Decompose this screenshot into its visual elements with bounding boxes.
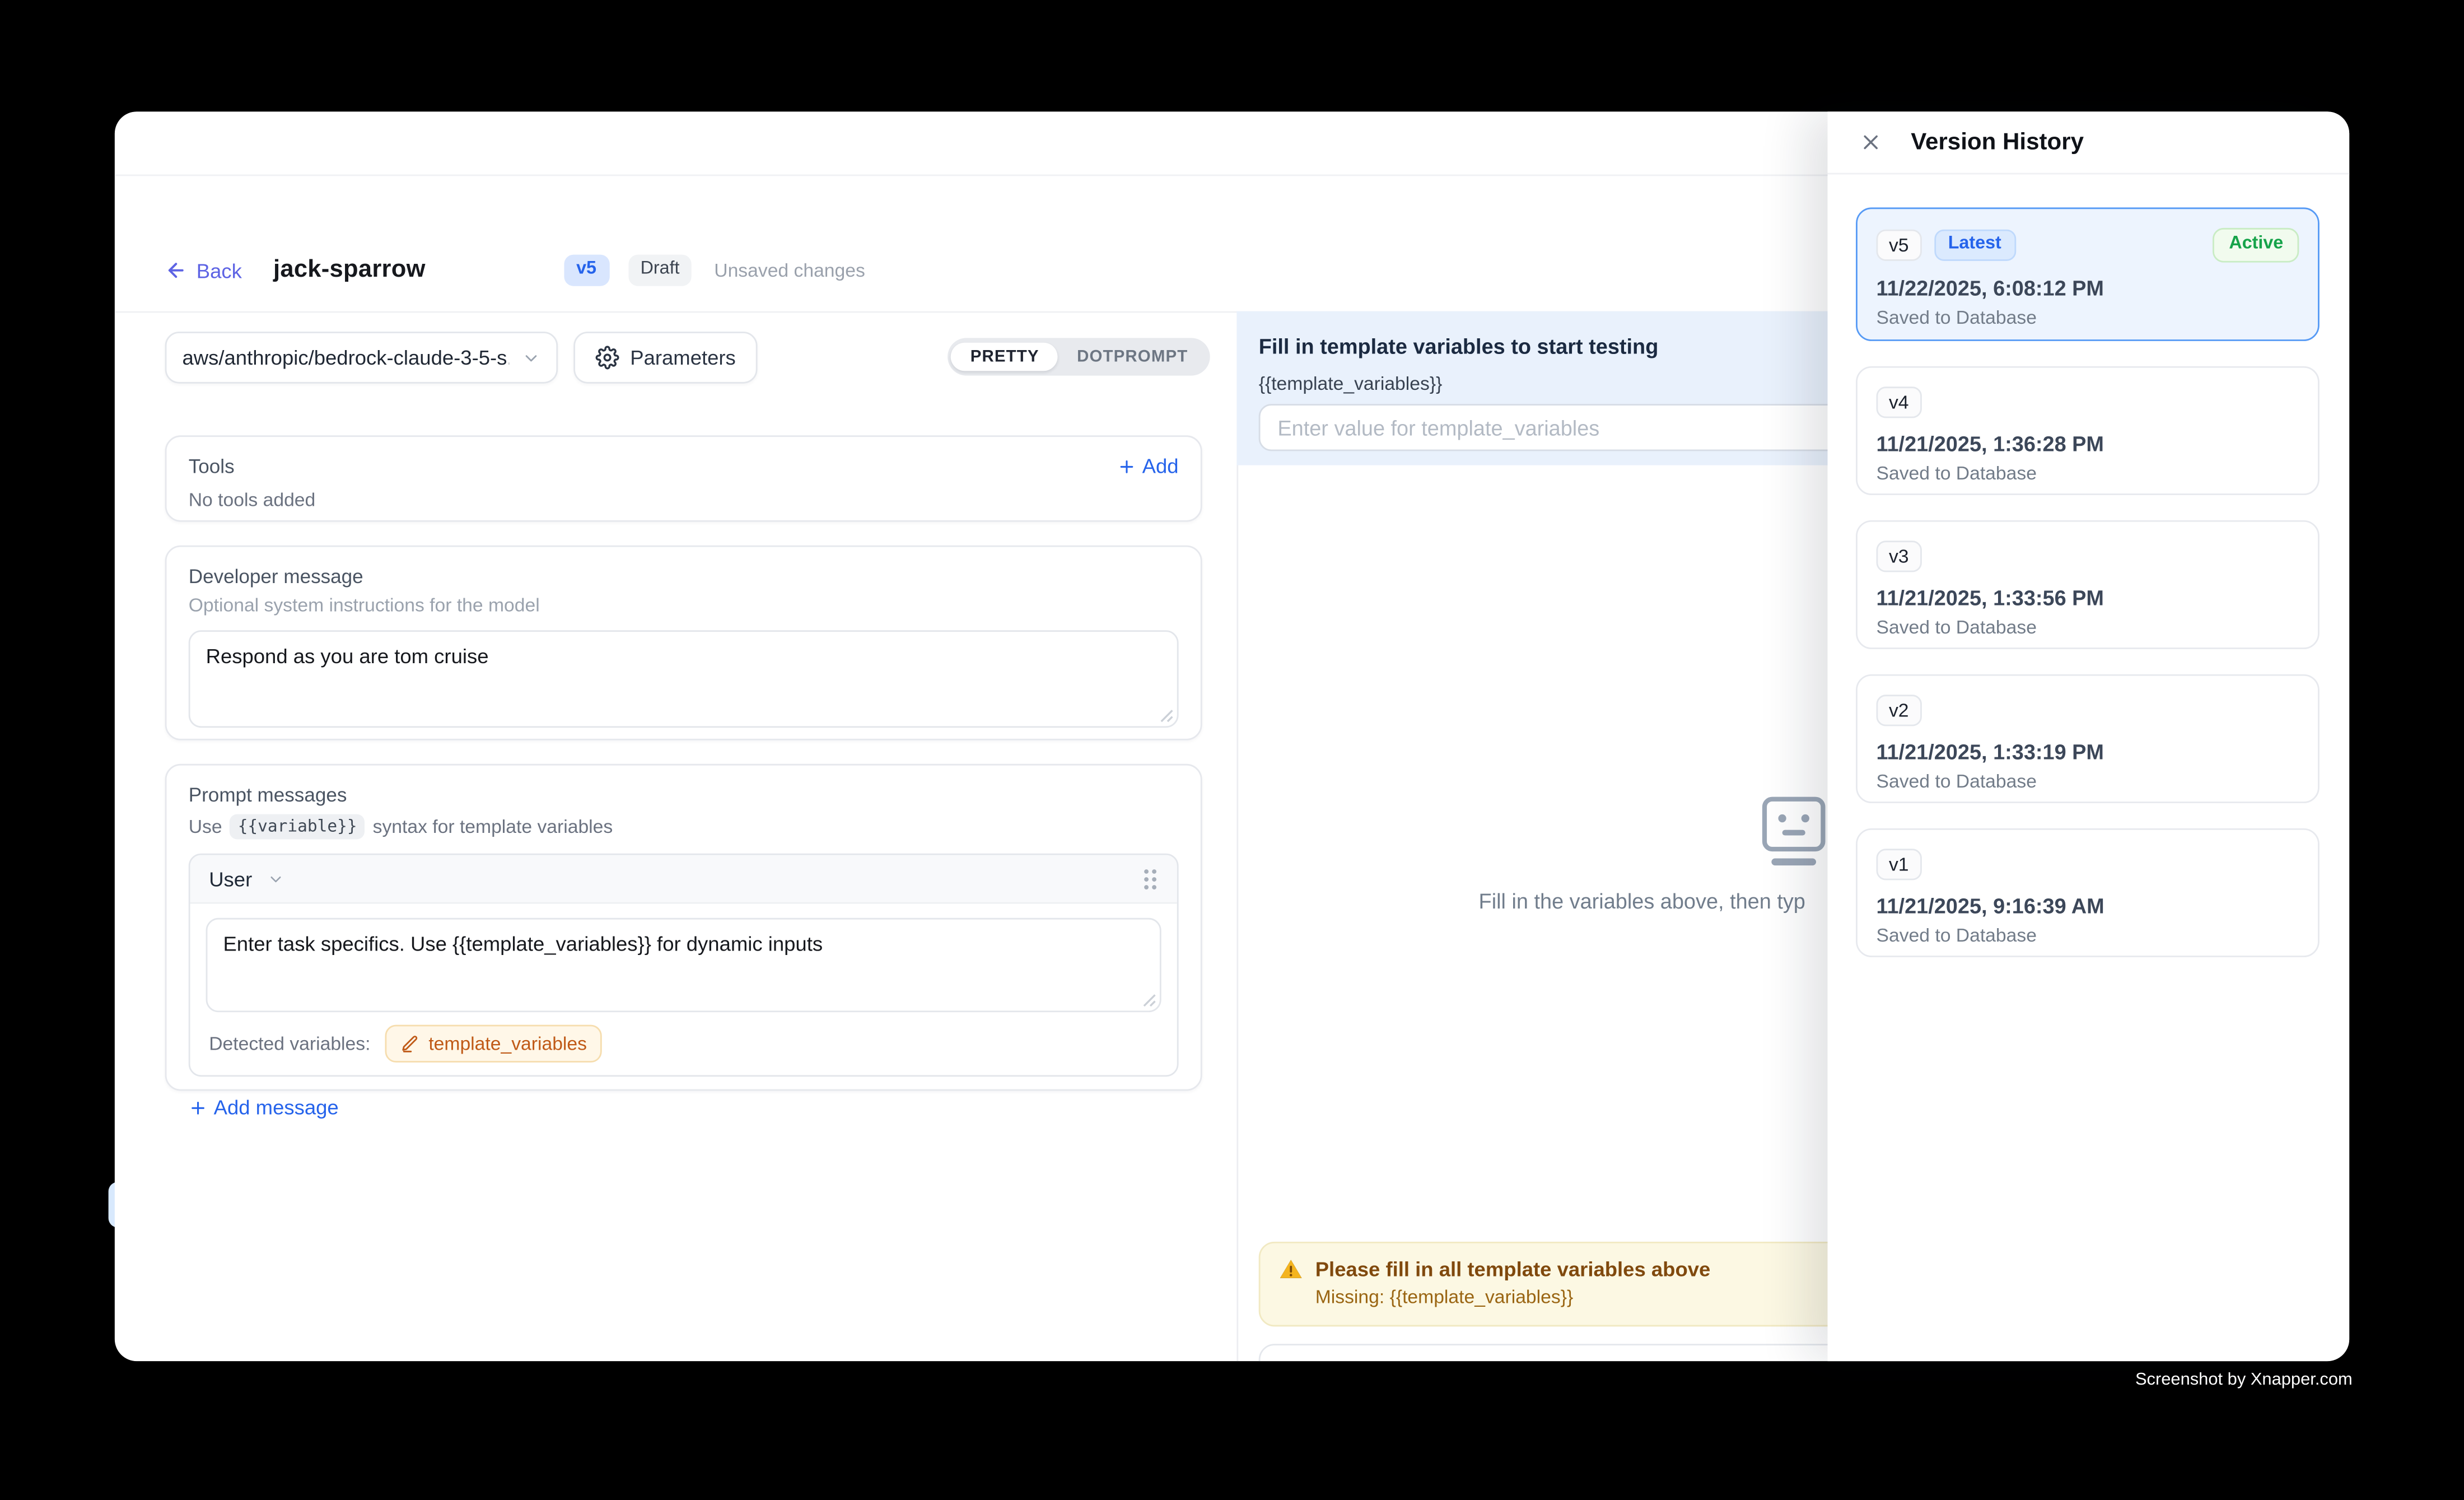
variable-syntax-chip: {{variable}} (230, 814, 365, 840)
add-tool-label: Add (1142, 454, 1179, 478)
parameters-label: Parameters (630, 346, 736, 369)
version-timestamp: 11/21/2025, 1:33:56 PM (1877, 587, 2299, 611)
chevron-down-icon (522, 348, 541, 367)
page-title: jack-sparrow (273, 256, 426, 285)
version-number-badge: v3 (1877, 541, 1922, 572)
prompt-messages-card: Prompt messages Use {{variable}} syntax … (165, 764, 1202, 1091)
version-card-v2[interactable]: v2 11/21/2025, 1:33:19 PM Saved to Datab… (1856, 674, 2320, 803)
template-syntax-hint: Use {{variable}} syntax for template var… (189, 814, 1179, 840)
message-header: User (190, 855, 1177, 904)
detected-variables-label: Detected variables: (209, 1033, 370, 1055)
warning-triangle-icon (1279, 1257, 1303, 1281)
format-toggle-pretty[interactable]: PRETTY (951, 343, 1058, 371)
tools-card: Tools Add No tools added (165, 435, 1202, 521)
hint-prefix: Use (189, 816, 222, 837)
parameters-button[interactable]: Parameters (573, 332, 758, 384)
watermark-text: Screenshot by Xnapper.com (2135, 1371, 2353, 1390)
version-number-badge: v2 (1877, 695, 1922, 726)
format-toggle-dotprompt[interactable]: DOTPROMPT (1058, 343, 1207, 371)
pencil-icon (400, 1034, 419, 1053)
plus-icon (1117, 456, 1136, 476)
active-badge: Active (2213, 228, 2299, 262)
message-body: Enter task specifics. Use {{template_var… (190, 904, 1177, 1075)
developer-message-card: Developer message Optional system instru… (165, 546, 1202, 740)
version-history-list: v5 Latest Active 11/22/2025, 6:08:12 PM … (1828, 174, 2350, 957)
version-number-badge: v4 (1877, 386, 1922, 418)
unsaved-changes-text: Unsaved changes (714, 259, 865, 281)
back-label: Back (197, 259, 242, 282)
empty-state-text: Fill in the variables above, then typ (1479, 889, 1805, 913)
hint-suffix: syntax for template variables (373, 816, 613, 837)
add-message-label: Add message (214, 1096, 339, 1119)
version-history-title: Version History (1911, 129, 2084, 156)
close-icon[interactable] (1859, 131, 1883, 154)
version-history-panel: Version History v5 Latest Active 11/22/2… (1828, 111, 2350, 1361)
version-card-v4[interactable]: v4 11/21/2025, 1:36:28 PM Saved to Datab… (1856, 366, 2320, 495)
template-variable-name: template_variables (428, 1033, 587, 1055)
version-storage: Saved to Database (1877, 771, 2299, 793)
back-button[interactable]: Back (165, 259, 242, 282)
version-number-badge: v1 (1877, 849, 1922, 881)
title-bar: Back jack-sparrow v5 Draft Unsaved chang… (165, 244, 865, 297)
version-timestamp: 11/21/2025, 9:16:39 AM (1877, 895, 2299, 919)
resize-grip-icon[interactable] (1160, 709, 1174, 723)
version-badge: v5 (564, 255, 609, 286)
tools-title: Tools (189, 455, 235, 477)
prompt-messages-title: Prompt messages (189, 784, 1179, 806)
format-toggle: PRETTY DOTPROMPT (948, 338, 1210, 375)
developer-message-title: Developer message (189, 566, 1179, 588)
version-storage: Saved to Database (1877, 617, 2299, 639)
version-storage: Saved to Database (1877, 306, 2299, 328)
developer-message-subtitle: Optional system instructions for the mod… (189, 594, 1179, 616)
model-selector[interactable]: aws/anthropic/bedrock-claude-3-5-s... (165, 332, 558, 384)
editor-pane: aws/anthropic/bedrock-claude-3-5-s... Pa… (115, 311, 1237, 1361)
user-message-textarea[interactable]: Enter task specifics. Use {{template_var… (206, 918, 1161, 1012)
version-storage: Saved to Database (1877, 925, 2299, 947)
latest-badge: Latest (1934, 230, 2015, 261)
template-variable-chip[interactable]: template_variables (385, 1025, 603, 1063)
message-role-value: User (209, 867, 252, 891)
add-tool-button[interactable]: Add (1117, 454, 1179, 478)
model-selector-value: aws/anthropic/bedrock-claude-3-5-s... (183, 346, 510, 369)
chevron-down-icon (268, 870, 285, 887)
warning-title: Please fill in all template variables ab… (1315, 1257, 1711, 1281)
plus-icon (189, 1098, 208, 1117)
version-timestamp: 11/21/2025, 1:36:28 PM (1877, 433, 2299, 456)
version-history-header: Version History (1828, 111, 2350, 174)
message-role-dropdown[interactable]: User (209, 867, 285, 891)
message-block: User Enter task specifics. Use {{templat… (189, 854, 1179, 1077)
detected-variables-row: Detected variables: template_variables (206, 1025, 1161, 1063)
gear-icon (596, 346, 619, 369)
version-card-v3[interactable]: v3 11/21/2025, 1:33:56 PM Saved to Datab… (1856, 520, 2320, 649)
arrow-left-icon (165, 259, 187, 281)
resize-grip-icon[interactable] (1142, 993, 1156, 1007)
version-timestamp: 11/21/2025, 1:33:19 PM (1877, 741, 2299, 765)
drag-handle-icon[interactable] (1142, 867, 1158, 891)
screenshot-stage: Back jack-sparrow v5 Draft Unsaved chang… (0, 0, 2464, 1500)
tools-empty-text: No tools added (189, 489, 1179, 511)
version-card-v1[interactable]: v1 11/21/2025, 9:16:39 AM Saved to Datab… (1856, 828, 2320, 957)
version-timestamp: 11/22/2025, 6:08:12 PM (1877, 276, 2299, 300)
add-message-button[interactable]: Add message (189, 1096, 339, 1119)
version-card-v5[interactable]: v5 Latest Active 11/22/2025, 6:08:12 PM … (1856, 207, 2320, 341)
draft-badge: Draft (628, 255, 692, 286)
developer-message-textarea[interactable]: Respond as you are tom cruise (189, 630, 1179, 728)
bot-icon (1756, 794, 1830, 868)
model-toolbar: aws/anthropic/bedrock-claude-3-5-s... Pa… (165, 332, 1210, 384)
version-storage: Saved to Database (1877, 463, 2299, 485)
version-number-badge: v5 (1877, 229, 1922, 261)
